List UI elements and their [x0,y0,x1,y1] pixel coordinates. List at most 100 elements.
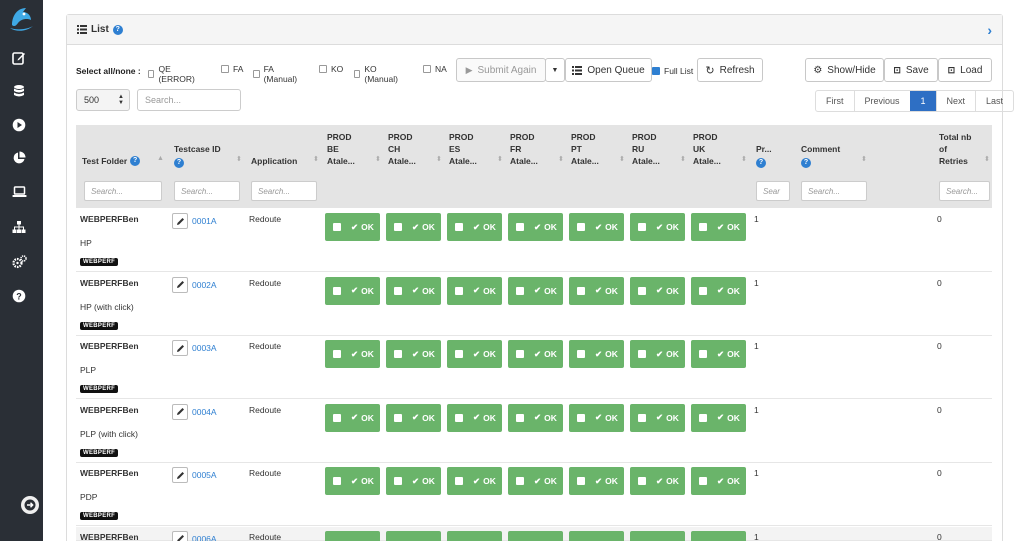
sort-icon[interactable]: ⬍ [861,155,867,163]
help-icon[interactable]: ? [130,156,141,166]
help-icon[interactable]: ? [174,158,184,168]
select-checkbox[interactable] [699,413,707,422]
edit-testcase-button[interactable] [172,530,188,541]
status-ok-button[interactable]: ✔OK [325,276,380,305]
status-ok-button[interactable]: ✔OK [447,403,502,432]
sort-icon[interactable]: ⬍ [436,155,442,163]
testcase-id-link[interactable]: 0006A [192,534,217,541]
select-checkbox[interactable] [394,477,402,485]
status-ok-button[interactable]: ✔OK [447,467,502,495]
col-application[interactable]: Application [251,155,297,167]
select-checkbox[interactable] [455,286,463,295]
status-ok-button[interactable]: ✔OK [630,403,685,432]
submit-dropdown-button[interactable]: ▼ [545,58,565,82]
help-icon[interactable]: ? [11,288,27,304]
filter-4[interactable]: KO (Manual) [354,64,400,84]
status-ok-button[interactable]: ✔OK [386,467,441,495]
chevron-right-icon[interactable]: › [987,22,992,38]
col-testcase-id[interactable]: Testcase ID ? [174,143,221,168]
select-checkbox[interactable] [333,350,341,358]
select-checkbox[interactable] [577,413,585,422]
status-ok-button[interactable]: ✔OK [630,467,685,495]
select-checkbox[interactable] [516,286,524,295]
pie-chart-icon[interactable] [11,150,27,166]
status-ok-button[interactable]: ✔OK [630,530,685,541]
testcase-id-link[interactable]: 0003A [192,343,217,353]
status-ok-button[interactable]: ✔OK [630,276,685,305]
col-prod-0[interactable]: PROD BE Atale... [327,131,355,167]
select-checkbox[interactable] [699,477,707,485]
full-list-checkbox[interactable] [652,67,660,75]
save-button[interactable]: ⊡ Save [884,58,938,82]
status-ok-button[interactable]: ✔OK [508,276,563,305]
open-queue-button[interactable]: Open Queue [565,58,652,82]
database-icon[interactable] [11,83,27,99]
select-checkbox[interactable] [699,350,707,358]
select-checkbox[interactable] [638,413,646,422]
status-ok-button[interactable]: ✔OK [630,340,685,368]
show-hide-button[interactable]: ⚙ Show/Hide [805,58,884,82]
select-checkbox[interactable] [699,223,707,231]
edit-icon[interactable] [11,50,27,66]
select-checkbox[interactable] [699,286,707,295]
status-ok-button[interactable]: ✔OK [386,213,441,241]
select-checkbox[interactable] [333,223,341,231]
page-first[interactable]: First [816,91,853,111]
col-prod-6[interactable]: PROD UK Atale... [693,131,721,167]
col-prod-2[interactable]: PROD ES Atale... [449,131,477,167]
status-ok-button[interactable]: ✔OK [569,276,624,305]
filter-3[interactable]: KO [319,64,343,74]
filter-checkbox[interactable] [354,70,361,78]
status-ok-button[interactable]: ✔OK [508,530,563,541]
filter-0[interactable]: QE (ERROR) [148,64,196,84]
col-prod-4[interactable]: PROD PT Atale... [571,131,599,167]
select-checkbox[interactable] [577,350,585,358]
sort-icon[interactable]: ⬍ [619,155,625,163]
edit-testcase-button[interactable] [172,403,188,420]
filter-checkbox[interactable] [148,70,155,78]
select-checkbox[interactable] [516,350,524,358]
edit-testcase-button[interactable] [172,467,188,483]
select-checkbox[interactable] [394,413,402,422]
filter-checkbox[interactable] [253,70,260,78]
status-ok-button[interactable]: ✔OK [691,530,746,541]
status-ok-button[interactable]: ✔OK [691,467,746,495]
select-checkbox[interactable] [455,413,463,422]
filter-2[interactable]: FA (Manual) [253,64,299,84]
filter-1[interactable]: FA [221,64,243,74]
help-icon[interactable]: ? [756,158,766,168]
page-next[interactable]: Next [935,91,976,111]
status-ok-button[interactable]: ✔OK [630,213,685,241]
select-checkbox[interactable] [394,223,402,231]
status-ok-button[interactable]: ✔OK [447,276,502,305]
filter-checkbox[interactable] [319,65,327,73]
testcase-id-link[interactable]: 0002A [192,280,217,290]
col-prod-3[interactable]: PROD FR Atale... [510,131,538,167]
status-ok-button[interactable]: ✔OK [447,213,502,241]
application-search-input[interactable]: Search... [251,181,317,201]
status-ok-button[interactable]: ✔OK [447,340,502,368]
select-checkbox[interactable] [577,286,585,295]
status-ok-button[interactable]: ✔OK [325,530,380,541]
status-ok-button[interactable]: ✔OK [325,467,380,495]
select-checkbox[interactable] [516,477,524,485]
select-checkbox[interactable] [333,286,341,295]
status-ok-button[interactable]: ✔OK [569,213,624,241]
sidebar-toggle-button[interactable] [21,496,39,514]
help-icon[interactable]: ? [112,24,123,35]
status-ok-button[interactable]: ✔OK [386,276,441,305]
edit-testcase-button[interactable] [172,340,188,356]
edit-testcase-button[interactable] [172,213,188,229]
status-ok-button[interactable]: ✔OK [325,340,380,368]
select-checkbox[interactable] [516,413,524,422]
col-retries[interactable]: Total nb of Retries [939,131,971,167]
sort-icon[interactable]: ⬍ [741,155,747,163]
select-checkbox[interactable] [333,413,341,422]
select-checkbox[interactable] [516,223,524,231]
status-ok-button[interactable]: ✔OK [508,213,563,241]
page-current[interactable]: 1 [909,91,936,111]
play-icon[interactable] [11,117,27,133]
status-ok-button[interactable]: ✔OK [569,467,624,495]
filter-5[interactable]: NA [423,64,447,74]
status-ok-button[interactable]: ✔OK [691,403,746,432]
